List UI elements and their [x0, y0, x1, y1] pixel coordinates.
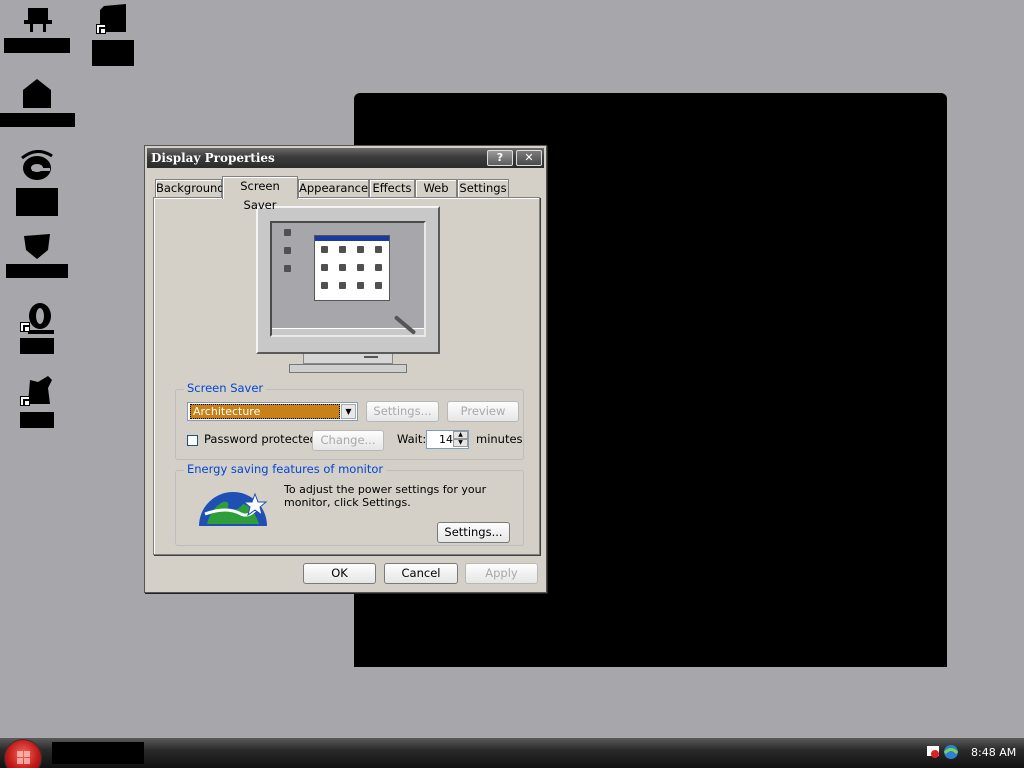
mini-window-title	[315, 236, 389, 241]
desktop-icon-label	[20, 412, 54, 428]
password-protected-checkbox[interactable]	[187, 435, 198, 446]
screen-saver-group: Screen Saver Architecture ▼ Settings... …	[175, 381, 524, 460]
desktop-icon-security[interactable]	[6, 232, 68, 278]
mini-window-icon	[321, 264, 328, 271]
mini-window-icon	[321, 246, 328, 253]
taskbar-app-button[interactable]	[52, 742, 144, 764]
close-button[interactable]: ✕	[516, 150, 542, 166]
mini-window-icon	[375, 246, 382, 253]
mini-window-icon	[357, 246, 364, 253]
mini-window-icon	[339, 264, 346, 271]
desktop-icon-paint[interactable]	[20, 374, 54, 428]
spin-down-icon[interactable]: ▼	[453, 439, 468, 447]
tab-web[interactable]: Web	[415, 179, 457, 198]
mini-window-icon	[375, 282, 382, 289]
help-button[interactable]: ?	[487, 150, 513, 166]
mini-desktop-icon	[284, 247, 291, 254]
screen-saver-select[interactable]: Architecture ▼	[187, 402, 358, 421]
energy-saving-group: Energy saving features of monitor To adj…	[175, 462, 524, 546]
change-password-button[interactable]: Change...	[312, 430, 384, 451]
ok-button[interactable]: OK	[303, 563, 376, 584]
screen-saver-group-label: Screen Saver	[184, 381, 267, 395]
mini-desktop-icon	[284, 229, 291, 236]
tab-settings[interactable]: Settings	[457, 179, 509, 198]
screen-saver-settings-button[interactable]: Settings...	[366, 401, 439, 422]
internet-explorer-icon	[21, 150, 53, 180]
energy-description: To adjust the power settings for your mo…	[284, 483, 487, 509]
wait-minutes-spinner[interactable]: 14 ▲ ▼	[426, 430, 469, 449]
title-bar[interactable]: Display Properties ? ✕	[147, 148, 544, 168]
desktop-icon-outlook[interactable]	[20, 302, 54, 354]
chevron-down-icon[interactable]: ▼	[341, 404, 356, 419]
mini-window-icon	[339, 282, 346, 289]
mini-window-icon	[357, 264, 364, 271]
desktop-icon-label	[20, 338, 54, 354]
cancel-button[interactable]: Cancel	[384, 563, 458, 584]
monitor-frame	[256, 206, 440, 354]
desktop-icon-label	[4, 38, 70, 53]
desktop-icon-label	[6, 264, 68, 278]
desktop-icon-computer[interactable]	[4, 4, 70, 54]
home-icon	[23, 79, 51, 108]
desktop-icon-label	[92, 40, 134, 66]
mini-window-icon	[357, 282, 364, 289]
monitor-base	[289, 364, 407, 373]
dialog-title: Display Properties	[151, 151, 275, 165]
desktop-icon-label	[16, 188, 58, 216]
tab-screen-saver[interactable]: Screen Saver	[222, 176, 298, 212]
display-properties-dialog: Display Properties ? ✕ Background Screen…	[144, 145, 547, 593]
preview-button[interactable]: Preview	[447, 401, 519, 422]
shortcut-arrow-icon	[20, 396, 30, 406]
monitor-preview	[256, 206, 441, 374]
desktop-icon-folder[interactable]	[92, 2, 134, 66]
taskbar: 8:48 AM	[0, 738, 1024, 768]
computer-desk-icon	[24, 8, 52, 32]
shortcut-arrow-icon	[20, 322, 30, 332]
tab-appearance[interactable]: Appearance	[298, 179, 369, 198]
tray-icons[interactable]	[926, 744, 960, 760]
clock[interactable]: 8:48 AM	[971, 746, 1016, 759]
desktop-icon-internet-explorer[interactable]	[16, 150, 58, 216]
energy-star-icon	[199, 492, 268, 526]
mini-window-icon	[321, 282, 328, 289]
mini-window	[314, 235, 390, 301]
monitor-screen-preview	[270, 221, 426, 337]
tab-background[interactable]: Background	[155, 179, 225, 198]
wait-minutes-value: 14	[439, 433, 453, 446]
screen-saver-tab-panel: Screen Saver Architecture ▼ Settings... …	[153, 197, 540, 555]
apply-button[interactable]: Apply	[465, 563, 538, 584]
mini-window-icon	[339, 246, 346, 253]
shield-icon	[24, 234, 50, 259]
minutes-label: minutes	[476, 432, 523, 446]
windows-flag-icon	[17, 751, 30, 764]
password-protected-label: Password protected	[204, 432, 317, 446]
energy-settings-button[interactable]: Settings...	[437, 522, 510, 543]
mini-window-icon	[375, 264, 382, 271]
shortcut-arrow-icon	[96, 24, 106, 34]
desktop-icon-label	[0, 113, 75, 127]
energy-group-label: Energy saving features of monitor	[184, 462, 387, 476]
tab-effects[interactable]: Effects	[369, 179, 415, 198]
mini-taskbar	[272, 328, 424, 335]
desktop-icon-home[interactable]	[0, 78, 75, 128]
start-orb-icon[interactable]	[4, 739, 42, 768]
wait-label: Wait:	[397, 432, 427, 446]
mini-desktop-icon	[284, 265, 291, 272]
spin-up-icon[interactable]: ▲	[453, 431, 468, 439]
screen-saver-selected-value: Architecture	[190, 404, 340, 419]
monitor-neck	[303, 354, 393, 364]
